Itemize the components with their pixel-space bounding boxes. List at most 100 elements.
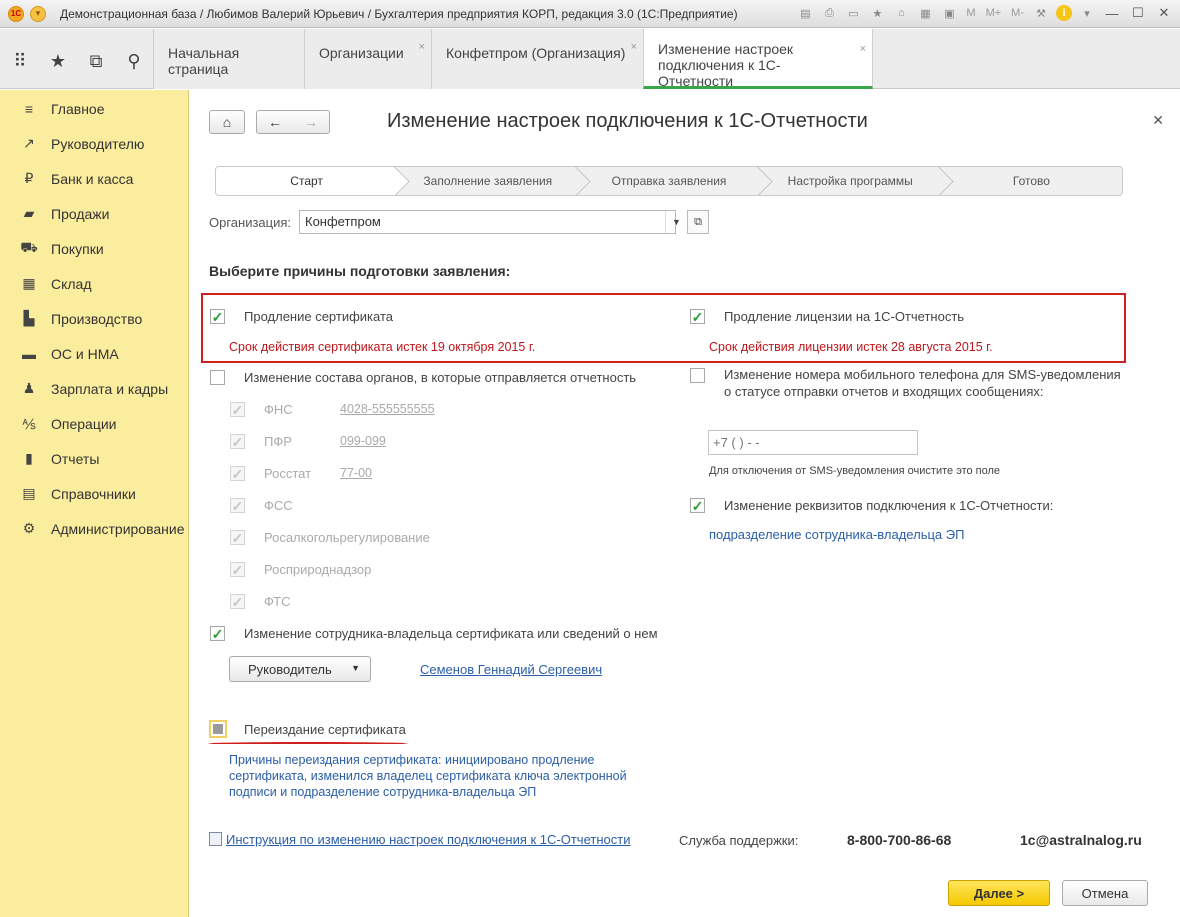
cert-renewal-checkbox[interactable]: ✓ (210, 309, 225, 324)
license-renewal-checkbox[interactable]: ✓ (690, 309, 705, 324)
role-label: Руководитель (248, 661, 332, 677)
phone-hint: Для отключения от SMS-уведомления очисти… (709, 465, 1001, 477)
calendar-icon[interactable]: ▣ (940, 4, 958, 22)
tab-organizations[interactable]: Организации × (304, 29, 431, 89)
sidebar-item-purchases[interactable]: ⛟ Покупки (0, 231, 188, 266)
phone-change-checkbox[interactable] (690, 368, 705, 383)
memory-plus-button[interactable]: M+ (984, 4, 1004, 22)
home-button[interactable]: ⌂ (209, 110, 245, 134)
chart-icon: ▮ (25, 450, 33, 466)
sidebar-item-label: Администрирование (51, 520, 185, 537)
instruction-link[interactable]: Инструкция по изменению настроек подключ… (226, 832, 630, 847)
sidebar-item-operations[interactable]: ⅍ Операции (0, 406, 188, 441)
sidebar-item-label: Склад (51, 275, 92, 292)
red-underline (208, 742, 408, 745)
section-title: Выберите причины подготовки заявления: (209, 263, 511, 279)
sidebar-item-label: Зарплата и кадры (51, 380, 169, 397)
sidebar-item-main[interactable]: ≡ Главное (0, 91, 188, 126)
sidebar-item-bank[interactable]: ₽ Банк и касса (0, 161, 188, 196)
wrench-icon[interactable]: ⚒ (1032, 4, 1050, 22)
chevron-down-icon[interactable]: ▾ (1078, 4, 1096, 22)
sidebar-item-label: Отчеты (51, 450, 100, 467)
sidebar-item-label: Банк и касса (51, 170, 134, 187)
details-change-checkbox[interactable]: ✓ (690, 498, 705, 513)
minimize-button[interactable]: — (1102, 4, 1122, 22)
phone-change-label-line2: о статусе отправки отчетов и входящих со… (724, 384, 1044, 399)
cancel-button[interactable]: Отмена (1062, 880, 1148, 906)
agency-rosstat-label: Росстат (264, 466, 312, 481)
ruble-icon: ₽ (24, 170, 34, 186)
page-title: Изменение настроек подключения к 1С-Отче… (387, 110, 868, 132)
open-icon[interactable]: ⧉ (687, 210, 709, 234)
chevron-down-icon[interactable]: ▼ (665, 211, 687, 233)
sidebar-item-assets[interactable]: ▬ ОС и НМА (0, 336, 188, 371)
tab-label: Организации (319, 45, 404, 61)
close-icon[interactable]: × (860, 41, 866, 57)
phone-input[interactable]: +7 ( ) - - (708, 430, 918, 455)
history-icon[interactable]: ⧉ (84, 49, 108, 73)
main-form: ⌂ ← → Изменение настроек подключения к 1… (190, 90, 1180, 917)
agency-rosstat-code: 77-00 (340, 466, 372, 480)
preview-icon[interactable]: ▭ (844, 4, 862, 22)
gear-icon: ⚙ (22, 520, 36, 536)
document-icon (209, 832, 222, 846)
details-change-label: Изменение реквизитов подключения к 1С-От… (724, 498, 1054, 513)
sidebar-item-label: Производство (51, 310, 143, 327)
reissue-label: Переиздание сертификата (244, 722, 406, 737)
sidebar-item-salary[interactable]: ♟ Зарплата и кадры (0, 371, 188, 406)
top-panel: ⠿ ★ ⧉ ⚲ Начальная страница Организации ×… (0, 29, 1180, 89)
apps-grid-icon[interactable]: ⠿ (8, 49, 32, 73)
close-icon[interactable]: ✕ (1152, 112, 1164, 129)
main-menu-icon[interactable]: ▾ (30, 5, 46, 22)
license-expiry-note: Срок действия лицензии истек 28 августа … (709, 340, 993, 354)
sidebar-item-label: Покупки (51, 240, 104, 257)
sidebar-item-directories[interactable]: ▤ Справочники (0, 476, 188, 511)
sidebar-item-administration[interactable]: ⚙ Администрирование (0, 511, 188, 546)
tab-label: Конфетпром (Организация) (446, 45, 626, 61)
sidebar-item-reports[interactable]: ▮ Отчеты (0, 441, 188, 476)
save-icon[interactable]: ▤ (796, 4, 814, 22)
print-icon[interactable]: ⎙ (820, 4, 838, 22)
phone-change-label-line1: Изменение номера мобильного телефона для… (724, 367, 1121, 382)
sidebar-item-sales[interactable]: ▰ Продажи (0, 196, 188, 231)
info-icon[interactable]: i (1056, 5, 1072, 21)
step-send-application: Отправка заявления (578, 167, 759, 195)
forward-arrow-icon[interactable]: → (304, 114, 318, 130)
favorites-icon[interactable]: ★ (868, 4, 886, 22)
tab-connection-settings[interactable]: Изменение настроек подключения к 1С-Отче… (643, 29, 873, 89)
history-icon[interactable]: ⌂ (892, 4, 910, 22)
back-arrow-icon[interactable]: ← (268, 114, 282, 130)
cert-renewal-label: Продление сертификата (244, 309, 394, 324)
memory-m-button[interactable]: M (964, 4, 977, 22)
search-icon[interactable]: ⚲ (122, 49, 146, 73)
owner-change-checkbox[interactable]: ✓ (210, 626, 225, 641)
close-icon[interactable]: × (631, 41, 637, 53)
maximize-button[interactable]: ☐ (1128, 4, 1148, 22)
agency-pfr-label: ПФР (264, 434, 292, 449)
favorites-star-icon[interactable]: ★ (46, 49, 70, 73)
owner-person-link[interactable]: Семенов Геннадий Сергеевич (420, 662, 602, 677)
agencies-change-checkbox[interactable] (210, 370, 225, 385)
sidebar: ≡ Главное ↗ Руководителю ₽ Банк и касса ▰ Пр… (0, 90, 189, 917)
sidebar-item-production[interactable]: ▙ Производство (0, 301, 188, 336)
app-logo-icon[interactable]: 1С (8, 5, 24, 22)
sidebar-item-label: Справочники (51, 485, 136, 502)
role-dropdown-button[interactable]: Руководитель ▼ (229, 656, 371, 682)
memory-minus-button[interactable]: M- (1009, 4, 1026, 22)
reissue-reason: Причины переиздания сертификата: инициир… (229, 753, 627, 799)
next-button[interactable]: Далее > (948, 880, 1050, 906)
tab-konfetprom[interactable]: Конфетпром (Организация) × (431, 29, 643, 89)
organization-field[interactable]: Конфетпром (299, 210, 676, 234)
department-link[interactable]: подразделение сотрудника-владельца ЭП (709, 527, 964, 542)
step-start: Старт (216, 167, 398, 195)
tab-home[interactable]: Начальная страница (153, 29, 304, 89)
agency-fns-code: 4028-555555555 (340, 402, 435, 416)
step-fill-application: Заполнение заявления (397, 167, 578, 195)
close-icon[interactable]: × (419, 41, 425, 53)
sidebar-item-warehouse[interactable]: ▦ Склад (0, 266, 188, 301)
sidebar-item-manager[interactable]: ↗ Руководителю (0, 126, 188, 161)
cert-expiry-note: Срок действия сертификата истек 19 октяб… (229, 340, 536, 354)
close-window-button[interactable]: ✕ (1154, 4, 1174, 22)
sidebar-item-label: Главное (51, 100, 105, 117)
calculator-icon[interactable]: ▦ (916, 4, 934, 22)
